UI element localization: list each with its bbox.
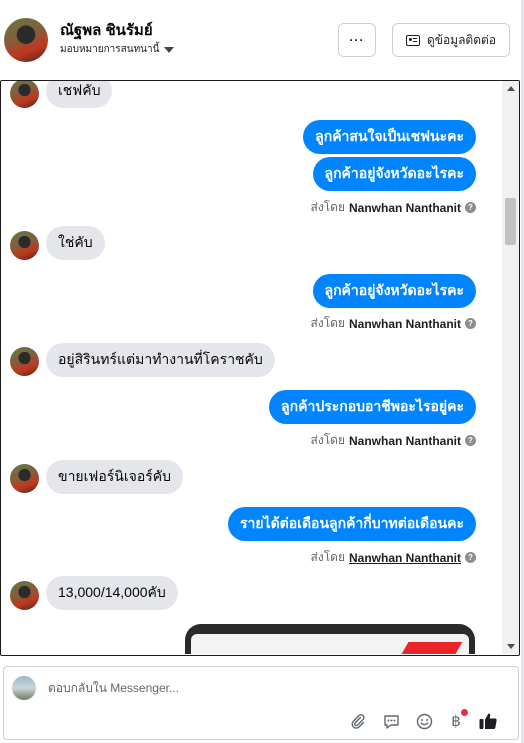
page-avatar — [12, 676, 36, 700]
message-thread-panel: เชฟคับ ลูกค้าสนใจเป็นเชฟนะคะ ลูกค้าอยู่จ… — [0, 80, 520, 656]
sent-by-prefix: ส่งโดย — [310, 550, 345, 564]
outgoing-message: ลูกค้าอยู่จังหวัดอะไรคะ — [312, 274, 476, 308]
incoming-message: เชฟคับ — [46, 81, 113, 108]
info-icon[interactable]: ? — [465, 202, 476, 213]
reply-composer: ฿ — [3, 666, 519, 740]
outgoing-message: ลูกค้าประกอบอาชีพอะไรอยู่คะ — [269, 390, 476, 424]
sender-name[interactable]: Nanwhan Nanthanit — [349, 201, 461, 215]
outgoing-message: ลูกค้าอยู่จังหวัดอะไรคะ — [312, 157, 476, 191]
conversation-header: ณัฐพล ชินรัมย์ มอบหมายการสนทนานี้ ··· ดู… — [0, 0, 524, 80]
attachment-preview — [191, 634, 469, 654]
sent-by-line: ส่งโดย Nanwhan Nanthanit ? — [311, 314, 476, 333]
outgoing-message: รายได้ต่อเดือนลูกค้ากี่บาทต่อเดือนคะ — [227, 507, 476, 541]
contact-card-icon — [405, 34, 420, 46]
reply-input[interactable] — [48, 679, 448, 697]
scroll-down-arrow-icon[interactable] — [507, 644, 515, 649]
sent-by-line: ส่งโดย Nanwhan Nanthanit ? — [311, 548, 476, 567]
more-options-button[interactable]: ··· — [338, 23, 376, 57]
scroll-up-arrow-icon[interactable] — [507, 86, 515, 91]
assign-conversation-label: มอบหมายการสนทนานี้ — [60, 44, 160, 55]
contact-name[interactable]: ณัฐพล ชินรัมย์ — [60, 18, 153, 42]
info-icon[interactable]: ? — [465, 435, 476, 446]
image-attachment[interactable] — [185, 624, 475, 654]
sender-avatar — [10, 581, 39, 610]
saved-replies-icon[interactable] — [381, 711, 401, 731]
more-icon: ··· — [349, 33, 365, 47]
sent-by-line: ส่งโดย Nanwhan Nanthanit ? — [311, 431, 476, 450]
sender-avatar — [10, 464, 39, 493]
info-icon[interactable]: ? — [465, 552, 476, 563]
incoming-message: ขายเฟอร์นิเจอร์คับ — [46, 460, 183, 494]
sender-name[interactable]: Nanwhan Nanthanit — [349, 434, 461, 448]
incoming-message: อยู่สิรินทร์แต่มาทำงานที่โคราชคับ — [46, 343, 275, 377]
attach-file-icon[interactable] — [348, 711, 368, 731]
assign-conversation-dropdown[interactable]: มอบหมายการสนทนานี้ — [60, 42, 175, 57]
sent-by-line: ส่งโดย Nanwhan Nanthanit ? — [311, 198, 476, 217]
contact-avatar[interactable] — [4, 18, 48, 62]
sender-avatar — [10, 81, 39, 108]
sender-avatar — [10, 347, 39, 376]
incoming-message: 13,000/14,000คับ — [46, 576, 178, 610]
sender-name[interactable]: Nanwhan Nanthanit — [349, 551, 461, 565]
baht-symbol: ฿ — [451, 713, 461, 730]
like-thumbs-up-icon[interactable] — [478, 711, 498, 731]
vertical-scrollbar[interactable] — [502, 81, 519, 654]
notification-dot — [461, 709, 468, 716]
message-list: เชฟคับ ลูกค้าสนใจเป็นเชฟนะคะ ลูกค้าอยู่จ… — [1, 81, 502, 654]
view-contact-info-label: ดูข้อมูลติดต่อ — [426, 32, 497, 47]
incoming-message: ใช่คับ — [46, 226, 105, 260]
attachment-red-graphic — [401, 642, 463, 654]
sender-avatar — [10, 231, 39, 260]
sent-by-prefix: ส่งโดย — [310, 433, 345, 447]
sent-by-prefix: ส่งโดย — [310, 200, 345, 214]
emoji-icon[interactable] — [414, 711, 434, 731]
outgoing-message: ลูกค้าสนใจเป็นเชฟนะคะ — [303, 120, 476, 154]
caret-down-icon — [164, 47, 175, 53]
payment-baht-icon[interactable]: ฿ — [446, 709, 468, 731]
sent-by-prefix: ส่งโดย — [310, 316, 345, 330]
view-contact-info-button[interactable]: ดูข้อมูลติดต่อ — [392, 23, 510, 57]
info-icon[interactable]: ? — [465, 318, 476, 329]
sender-name[interactable]: Nanwhan Nanthanit — [349, 317, 461, 331]
scrollbar-thumb[interactable] — [505, 198, 516, 245]
